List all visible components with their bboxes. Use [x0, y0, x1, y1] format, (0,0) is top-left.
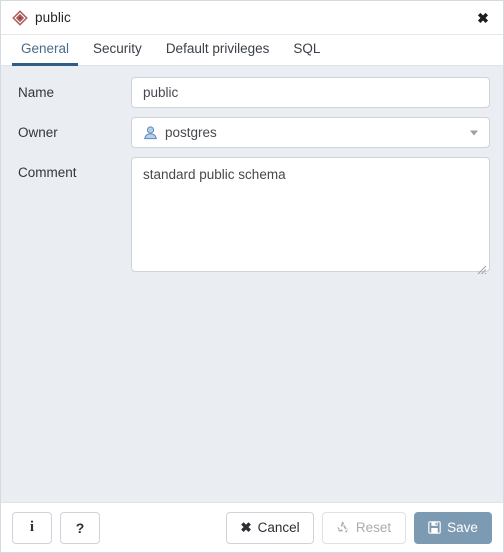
- info-icon: i: [29, 519, 35, 535]
- info-button[interactable]: i: [12, 511, 52, 544]
- tab-security[interactable]: Security: [84, 41, 151, 66]
- tab-default-privileges[interactable]: Default privileges: [157, 41, 279, 66]
- comment-textarea-wrap: [131, 157, 490, 277]
- recycle-icon: [337, 521, 350, 534]
- owner-select[interactable]: postgres: [131, 117, 490, 148]
- comment-label: Comment: [18, 165, 77, 180]
- dialog-titlebar: public ✖: [1, 1, 503, 34]
- owner-value-text: postgres: [165, 124, 217, 140]
- dialog-title: public: [35, 9, 71, 25]
- schema-diamond-icon: [12, 9, 28, 26]
- help-button[interactable]: ?: [60, 511, 100, 544]
- name-control: [131, 77, 490, 108]
- schema-properties-dialog: public ✖ General Security Default privil…: [0, 0, 504, 553]
- dialog-title-group: public: [12, 10, 71, 26]
- footer-left-group: i ?: [12, 511, 100, 544]
- general-tab-panel: Name Owner postgres: [1, 66, 503, 502]
- owner-label: Owner: [18, 125, 58, 140]
- name-row: Name: [14, 77, 490, 108]
- tab-sql[interactable]: SQL: [284, 41, 329, 66]
- footer-right-group: ✖ Cancel Reset Save: [226, 511, 492, 544]
- comment-control: [131, 157, 490, 277]
- save-floppy-icon: [428, 521, 441, 534]
- tab-general[interactable]: General: [12, 41, 79, 66]
- reset-button-label: Reset: [355, 519, 392, 535]
- comment-textarea[interactable]: [131, 157, 490, 272]
- close-x-icon: ✖: [240, 519, 252, 535]
- name-label: Name: [18, 85, 55, 100]
- owner-select-value: postgres: [143, 125, 217, 141]
- save-button[interactable]: Save: [414, 511, 492, 544]
- user-icon: [143, 125, 158, 140]
- owner-row: Owner postgres: [14, 117, 490, 148]
- cancel-button-label: Cancel: [257, 519, 300, 535]
- dialog-footer: i ? ✖ Cancel Reset Save: [1, 502, 503, 552]
- owner-control: postgres: [131, 117, 490, 148]
- comment-row: Comment: [14, 157, 490, 277]
- chevron-down-icon[interactable]: [470, 130, 478, 135]
- help-icon: ?: [75, 519, 85, 536]
- close-icon[interactable]: ✖: [474, 9, 492, 27]
- reset-button[interactable]: Reset: [322, 511, 406, 544]
- name-input[interactable]: [131, 77, 490, 108]
- cancel-button[interactable]: ✖ Cancel: [226, 511, 314, 544]
- save-button-label: Save: [447, 519, 478, 535]
- tab-bar: General Security Default privileges SQL: [1, 34, 503, 66]
